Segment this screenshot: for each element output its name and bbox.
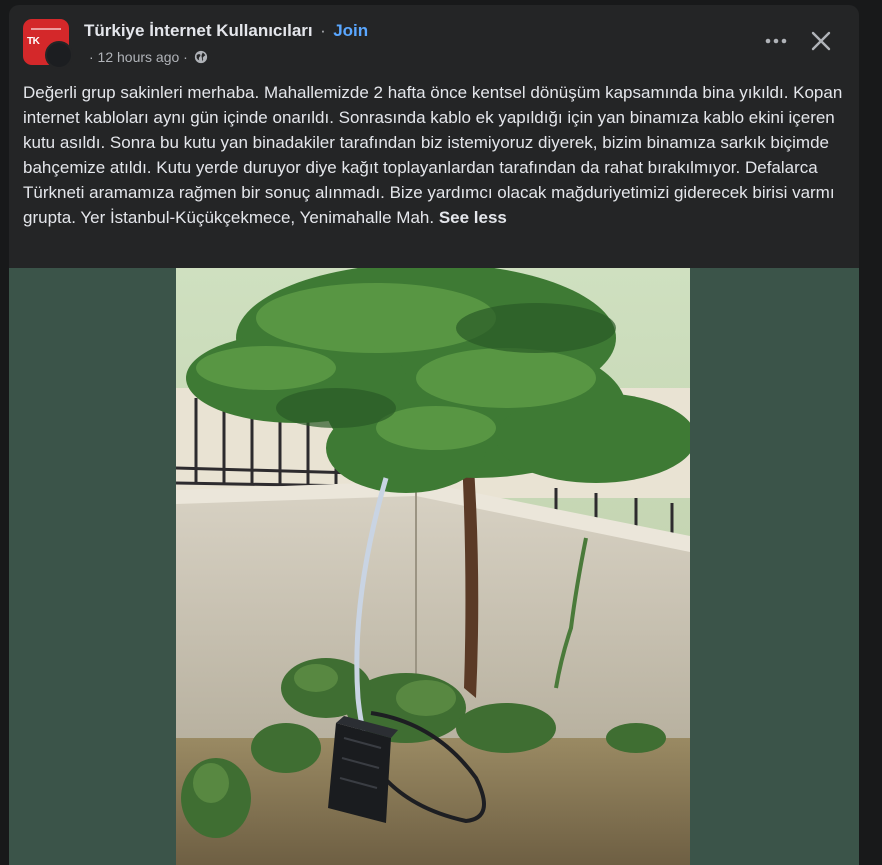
post-card: TK Türkiye İnternet Kullanıcıları · Join… [9,5,859,865]
post-body: Değerli grup sakinleri merhaba. Mahallem… [23,83,843,227]
globe-icon [194,50,208,64]
post-timestamp[interactable]: · 12 hours ago · [89,49,188,65]
avatar-stripe [31,28,61,30]
more-options-icon[interactable] [761,29,791,53]
group-name-link[interactable]: Türkiye İnternet Kullanıcıları [84,21,313,40]
post-header: TK Türkiye İnternet Kullanıcıları · Join… [9,5,859,75]
join-button[interactable]: Join [333,21,368,40]
avatar-mark: TK [27,36,40,47]
title-separator: · [320,21,326,40]
post-media[interactable] [9,268,859,865]
group-title-row: Türkiye İnternet Kullanıcıları · Join [84,21,368,43]
post-meta: · 12 hours ago · [89,49,208,65]
close-icon[interactable] [809,29,833,53]
author-avatar-badge[interactable] [45,41,73,69]
see-less-link[interactable]: See less [439,208,507,227]
post-text: Değerli grup sakinleri merhaba. Mahallem… [23,80,843,230]
post-photo[interactable] [176,268,690,865]
